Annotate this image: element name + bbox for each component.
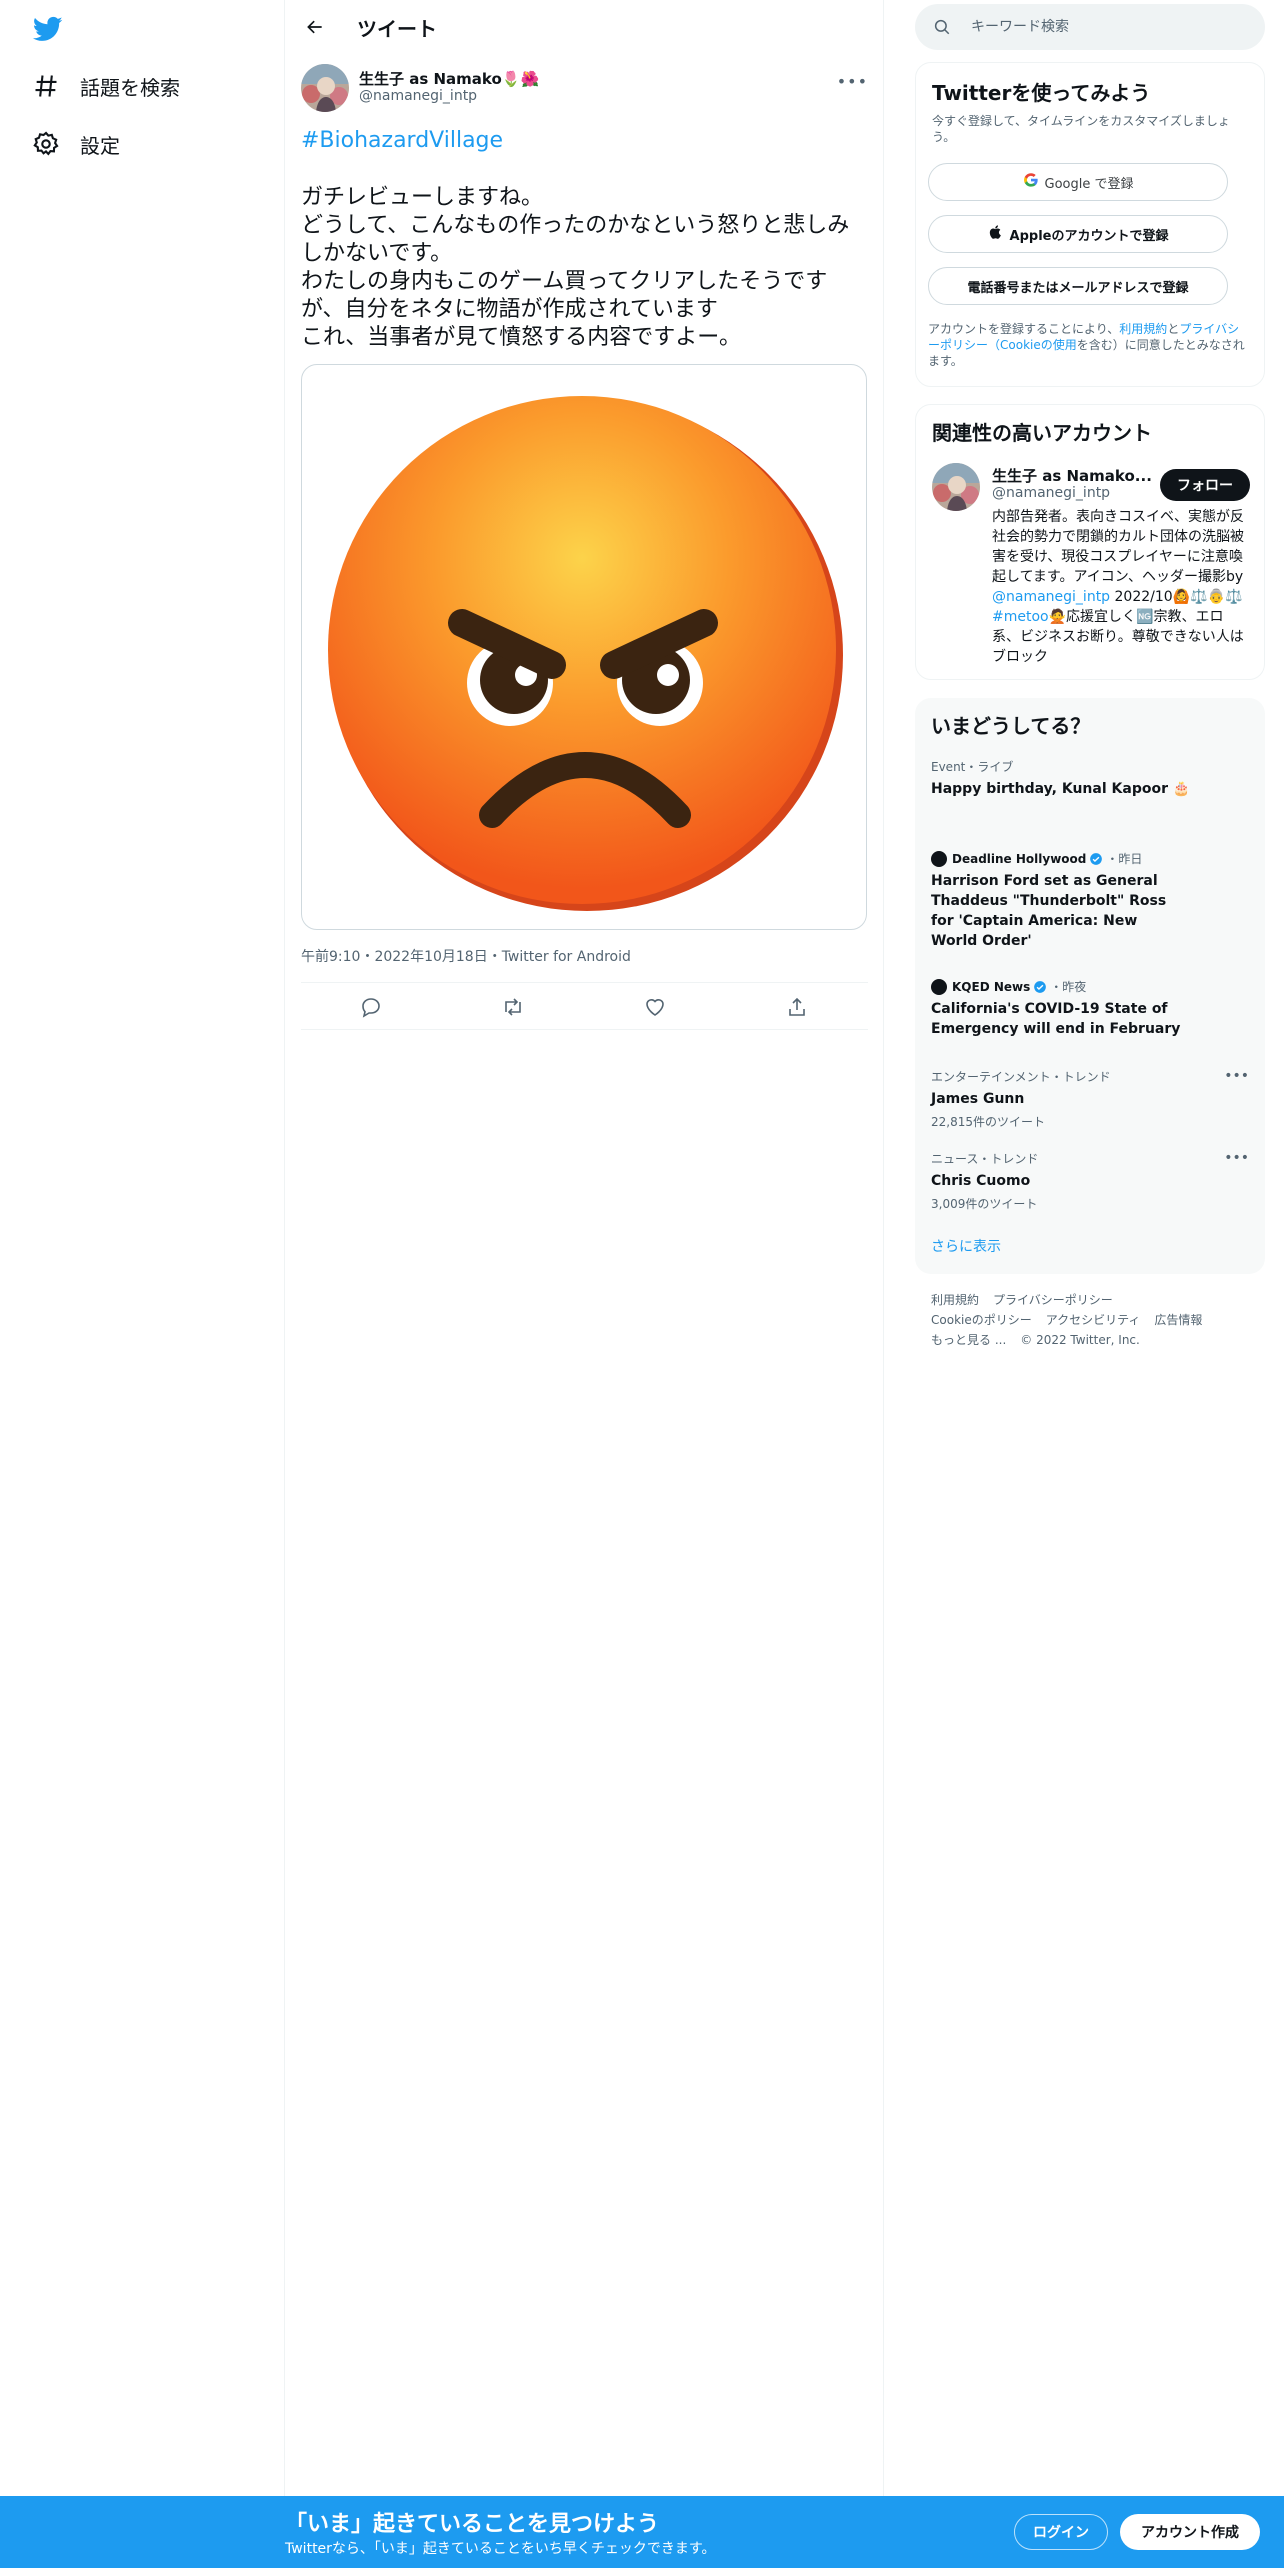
trend-category: Event・ライブ [931, 760, 1014, 774]
gear-icon [32, 130, 60, 158]
signup-card: Twitterを使ってみよう 今すぐ登録して、タイムラインをカスタマイズしましょ… [915, 62, 1265, 387]
trends-card: いまどうしてる？ Event・ライブ Happy birthday, Kunal… [915, 698, 1265, 1274]
banner-title: 「いま」起きていることを見つけよう [285, 2512, 660, 2537]
related-accounts-card: 関連性の高いアカウント 生生子 as Namako... @namanegi_i… [915, 404, 1265, 680]
apple-logo-icon [988, 224, 1004, 244]
trend-title: James Gunn [931, 1091, 1025, 1107]
related-account-handle[interactable]: @namanegi_intp [992, 485, 1110, 501]
footer-link-more[interactable]: もっと見る ... [931, 1333, 1006, 1347]
sidebar-item-settings[interactable]: 設定 [32, 124, 120, 164]
page-title: ツイート [357, 17, 437, 41]
verified-badge-icon [1090, 852, 1103, 865]
google-signup-button[interactable]: Google で登録 [928, 163, 1228, 201]
trend-item[interactable]: KQED News ・昨夜 California's COVID-19 Stat… [931, 978, 1181, 1039]
copyright: © 2022 Twitter, Inc. [1020, 1333, 1140, 1347]
legal-text: アカウントを登録することにより、 [928, 322, 1120, 336]
hashtag-icon [32, 72, 60, 100]
phone-email-signup-label: 電話番号またはメールアドレスで登録 [967, 280, 1189, 296]
page-header: ツイート [285, 0, 884, 53]
bio-text: 2022/10🙆⚖️👵⚖️ [1110, 589, 1243, 605]
verified-badge-icon [1034, 980, 1047, 993]
left-sidebar: 話題を検索 設定 [0, 0, 285, 2568]
footer-link-privacy[interactable]: プライバシーポリシー [993, 1293, 1113, 1307]
search-icon [933, 18, 951, 36]
trend-tweet-count: 3,009件のツイート [931, 1197, 1038, 1211]
tweet-actions [301, 982, 868, 1030]
retweet-icon[interactable] [501, 995, 525, 1019]
search-box [915, 4, 1265, 50]
source-time: ・昨夜 [1050, 980, 1087, 994]
trend-category: ニュース・トレンド [931, 1152, 1039, 1166]
trend-title: California's COVID-19 State of Emergency… [931, 1001, 1181, 1037]
signup-card-title: Twitterを使ってみよう [932, 81, 1151, 105]
footer-link-accessibility[interactable]: アクセシビリティ [1046, 1313, 1141, 1327]
google-logo-icon [1023, 172, 1039, 192]
trend-tweet-count: 22,815件のツイート [931, 1115, 1045, 1129]
trend-item[interactable]: Event・ライブ Happy birthday, Kunal Kapoor 🎂 [931, 758, 1249, 799]
author-handle[interactable]: @namanegi_intp [359, 88, 477, 104]
bio-mention-link[interactable]: @namanegi_intp [992, 589, 1110, 605]
reply-icon[interactable] [359, 995, 383, 1019]
tweet-timestamp[interactable]: 午前9:10・2022年10月18日・Twitter for Android [301, 946, 631, 966]
bio-text: 内部告発者。表向きコスイベ、実態が反社会的勢力で閉鎖的カルト団体の洗脳被害を受け… [992, 509, 1244, 585]
tweet-text: ガチレビューしますね。 どうして、こんなもの作ったのかなという怒りと悲しみしかな… [301, 185, 850, 350]
follow-button[interactable]: フォロー [1160, 469, 1250, 501]
sidebar-item-explore[interactable]: 話題を検索 [32, 66, 180, 106]
banner-subtitle: Twitterなら、「いま」起きていることをいち早くチェックできます。 [285, 2541, 716, 2557]
bio-hashtag-link[interactable]: #metoo [992, 609, 1049, 625]
footer-link-terms[interactable]: 利用規約 [931, 1293, 979, 1307]
apple-signup-label: Appleのアカウントで登録 [1009, 228, 1169, 244]
google-signup-label: Google で登録 [1044, 176, 1134, 192]
trend-source: Deadline Hollywood ・昨日 [931, 850, 1181, 867]
signup-legal-text: アカウントを登録することにより、利用規約とプライバシーポリシー（Cookieの使… [928, 321, 1250, 369]
trend-category: エンターテインメント・トレンド [931, 1070, 1111, 1084]
search-input[interactable] [971, 16, 1241, 38]
signup-card-subtitle: 今すぐ登録して、タイムラインをカスタマイズしましょう。 [932, 114, 1230, 144]
hashtag-link[interactable]: #BiohazardVillage [301, 128, 503, 153]
footer-link-cookies[interactable]: Cookieのポリシー [931, 1313, 1032, 1327]
avatar[interactable] [932, 463, 980, 511]
related-account-bio: 内部告発者。表向きコスイベ、実態が反社会的勢力で閉鎖的カルト団体の洗脳被害を受け… [992, 507, 1250, 667]
create-account-button[interactable]: アカウント作成 [1120, 2514, 1260, 2550]
trend-title: Chris Cuomo [931, 1173, 1031, 1189]
sidebar-item-label: 設定 [80, 133, 120, 158]
back-arrow-icon[interactable] [301, 13, 329, 41]
footer-links: 利用規約 プライバシーポリシー Cookieのポリシー アクセシビリティ 広告情報 も… [931, 1290, 1261, 1350]
more-options-icon[interactable]: ••• [837, 72, 868, 91]
angry-face-emoji [328, 396, 843, 911]
source-time: ・昨日 [1106, 852, 1143, 866]
legal-text: と [1167, 322, 1180, 336]
like-heart-icon[interactable] [643, 995, 667, 1019]
trends-card-title: いまどうしてる？ [931, 714, 1091, 738]
more-options-icon[interactable]: ••• [1224, 1150, 1249, 1166]
login-button[interactable]: ログイン [1014, 2514, 1108, 2550]
source-logo-icon [931, 978, 947, 995]
trend-title: Happy birthday, Kunal Kapoor 🎂 [931, 781, 1191, 797]
avatar[interactable] [301, 64, 349, 112]
terms-link[interactable]: 利用規約 [1119, 322, 1167, 336]
source-name: Deadline Hollywood [952, 851, 1087, 866]
phone-email-signup-button[interactable]: 電話番号またはメールアドレスで登録 [928, 267, 1228, 305]
footer-link-ads[interactable]: 広告情報 [1154, 1313, 1202, 1327]
share-icon[interactable] [785, 995, 809, 1019]
trend-item[interactable]: エンターテインメント・トレンド James Gunn 22,815件のツイート … [931, 1068, 1249, 1130]
signup-banner: 「いま」起きていることを見つけよう Twitterなら、「いま」起きていることを… [0, 2496, 1284, 2568]
twitter-bird-icon[interactable] [32, 14, 64, 44]
apple-signup-button[interactable]: Appleのアカウントで登録 [928, 215, 1228, 253]
related-card-title: 関連性の高いアカウント [932, 421, 1152, 445]
tweet-media-image[interactable] [301, 364, 867, 930]
trend-item[interactable]: ニュース・トレンド Chris Cuomo 3,009件のツイート ••• [931, 1150, 1249, 1212]
related-account-name[interactable]: 生生子 as Namako... [992, 465, 1152, 486]
show-more-link[interactable]: さらに表示 [931, 1236, 1001, 1256]
trend-title: Harrison Ford set as General Thaddeus "T… [931, 873, 1167, 949]
source-name: KQED News [952, 979, 1031, 994]
author-name[interactable]: 生生子 as Namako🌷🌺 [359, 68, 539, 89]
trend-item[interactable]: Deadline Hollywood ・昨日 Harrison Ford set… [931, 850, 1181, 951]
trend-source: KQED News ・昨夜 [931, 978, 1181, 995]
main-column: ツイート 生生子 as Namako🌷🌺 @namanegi_intp ••• … [285, 0, 884, 2568]
source-logo-icon [931, 850, 947, 867]
more-options-icon[interactable]: ••• [1224, 1068, 1249, 1084]
sidebar-item-label: 話題を検索 [80, 75, 180, 100]
